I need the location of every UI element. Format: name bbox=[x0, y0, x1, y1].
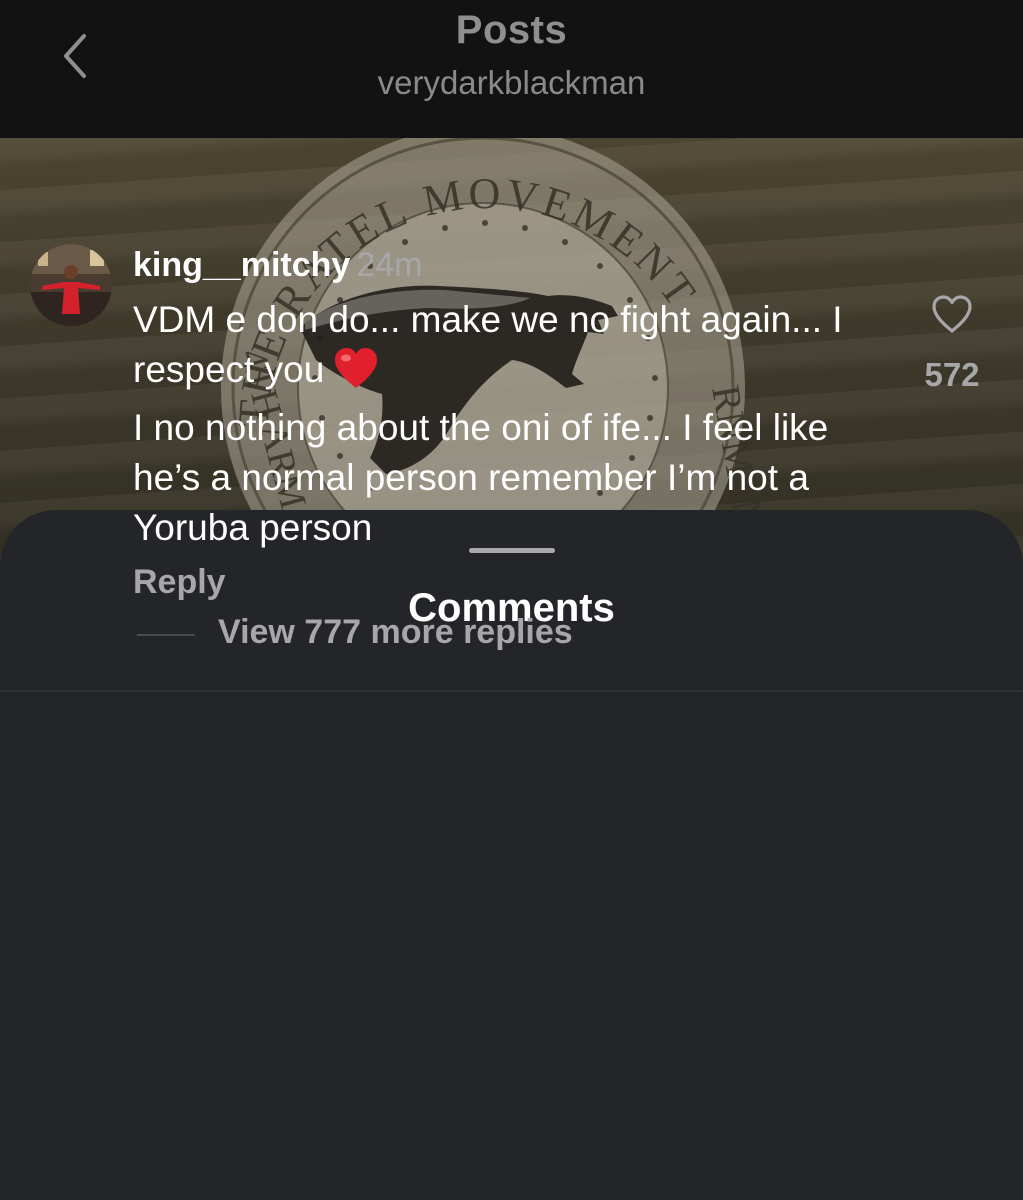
view-replies-button[interactable]: View 777 more replies bbox=[218, 613, 573, 652]
avatar[interactable] bbox=[30, 244, 112, 326]
svg-text:THE RATEL MOVEMENT: THE RATEL MOVEMENT bbox=[229, 169, 708, 429]
seal-text-left: 4TH ARM bbox=[231, 344, 314, 513]
reply-button[interactable]: Reply bbox=[133, 563, 226, 602]
page-title: Posts bbox=[455, 8, 568, 52]
seal-text-top: THE RATEL MOVEMENT bbox=[229, 169, 704, 429]
sheet-drag-handle[interactable] bbox=[469, 548, 555, 553]
ratel-movement-seal-graphic: THE RATEL MOVEMENT RNMENT 4TH ARM bbox=[221, 138, 777, 568]
post-image: THE RATEL MOVEMENT RNMENT 4TH ARM bbox=[0, 138, 1023, 568]
like-button[interactable] bbox=[928, 292, 976, 336]
heart-outline-icon bbox=[932, 295, 972, 333]
avatar-photo bbox=[30, 244, 112, 326]
comment-username[interactable]: king__mitchy bbox=[133, 246, 350, 284]
divider bbox=[0, 690, 1023, 692]
top-nav-bar: Posts verydarkblackman bbox=[0, 0, 1023, 138]
screen: Posts verydarkblackman THE RATEL MOVEMEN… bbox=[0, 0, 1023, 1200]
account-username: verydarkblackman bbox=[377, 64, 646, 101]
